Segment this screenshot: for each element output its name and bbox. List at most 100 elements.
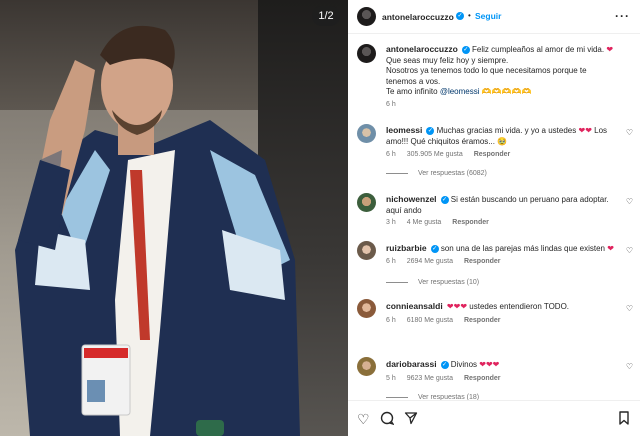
reply-button[interactable]: Responder bbox=[464, 317, 501, 324]
view-replies-button[interactable]: Ver respuestas (10) bbox=[386, 279, 479, 286]
divider-line bbox=[386, 281, 408, 283]
timestamp: 6 h bbox=[386, 258, 396, 265]
photo-illustration bbox=[15, 25, 300, 436]
avatar[interactable] bbox=[357, 299, 376, 318]
caption-emojis: 🫶🫶🫶🫶🫶 bbox=[481, 87, 532, 96]
comment-username[interactable]: nichowenzel bbox=[386, 194, 437, 204]
comment-text: leomessi ✓ Muchas gracias mi vida. y yo a… bbox=[386, 125, 616, 147]
caption-meta: 6 h bbox=[386, 101, 405, 108]
reply-button[interactable]: Responder bbox=[452, 219, 489, 226]
share-icon[interactable] bbox=[404, 411, 418, 428]
timestamp: 6 h bbox=[386, 317, 396, 324]
like-icon[interactable]: ♡ bbox=[357, 411, 370, 428]
view-replies-label: Ver respuestas (10) bbox=[418, 279, 480, 286]
post-image[interactable]: 1/2 bbox=[0, 0, 348, 436]
comment-meta: 5 h 9623 Me gusta Responder bbox=[386, 375, 510, 382]
avatar[interactable] bbox=[357, 193, 376, 212]
verified-icon: ✓ bbox=[456, 12, 464, 20]
reply-button[interactable]: Responder bbox=[464, 375, 501, 382]
timestamp: 5 h bbox=[386, 375, 396, 382]
post-header: antonelaroccuzzo ✓ • Seguir ··· bbox=[348, 0, 640, 34]
heart-emoji-icon: ❤❤❤ bbox=[446, 302, 468, 311]
comment-meta: 6 h 2694 Me gusta Responder bbox=[386, 258, 510, 265]
avatar[interactable] bbox=[357, 124, 376, 143]
divider-line bbox=[386, 172, 408, 174]
smile-emoji-icon: 🥹 bbox=[497, 136, 508, 146]
heart-emoji-icon: ❤❤ bbox=[578, 126, 592, 135]
comment-icon[interactable] bbox=[380, 411, 395, 428]
image-counter: 1/2 bbox=[312, 6, 340, 26]
comment-username[interactable]: connieansaldi bbox=[386, 301, 443, 311]
heart-emoji-icon: ❤❤❤ bbox=[479, 360, 500, 369]
comment-body: son una de las parejas más lindas que ex… bbox=[440, 244, 605, 253]
like-count[interactable]: 9623 Me gusta bbox=[407, 375, 453, 382]
timestamp: 6 h bbox=[386, 151, 396, 158]
header-username[interactable]: antonelaroccuzzo bbox=[382, 12, 454, 22]
comment: leomessi ✓ Muchas gracias mi vida. y yo a… bbox=[348, 122, 640, 182]
timestamp: 3 h bbox=[386, 219, 396, 226]
like-heart-icon[interactable]: ♡ bbox=[626, 128, 633, 137]
caption-text: antonelaroccuzzo ✓ Feliz cumpleaños al am… bbox=[386, 44, 616, 98]
like-count[interactable]: 4 Me gusta bbox=[407, 219, 442, 226]
comment-meta: 6 h 305.905 Me gusta Responder bbox=[386, 151, 519, 158]
reply-button[interactable]: Responder bbox=[474, 151, 511, 158]
caption-line4: tenemos a vos. bbox=[386, 76, 441, 86]
timestamp: 6 h bbox=[386, 101, 396, 108]
caption-line1: Feliz cumpleaños al amor de mi vida. bbox=[472, 45, 605, 54]
bookmark-icon[interactable] bbox=[618, 411, 630, 428]
verified-icon: ✓ bbox=[426, 126, 435, 135]
caption-username[interactable]: antonelaroccuzzo bbox=[386, 44, 458, 54]
comment: nichowenzel ✓ Si están buscando un peruan… bbox=[348, 191, 640, 231]
comment: ruizbarbie ✓ son una de las parejas más l… bbox=[348, 240, 640, 290]
view-replies-button[interactable]: Ver respuestas (6082) bbox=[386, 170, 487, 177]
comment-body-cont: Los bbox=[594, 126, 608, 135]
like-heart-icon[interactable]: ♡ bbox=[626, 304, 633, 313]
avatar[interactable] bbox=[357, 44, 376, 63]
comment-username[interactable]: ruizbarbie bbox=[386, 243, 427, 253]
caption-line5: Te amo infinito bbox=[386, 87, 438, 96]
verified-icon: ✓ bbox=[461, 45, 470, 54]
verified-icon: ✓ bbox=[430, 244, 439, 253]
comment-body: Divinos bbox=[450, 360, 478, 369]
action-bar: ♡ bbox=[348, 400, 640, 436]
comment-body-line2: aquí ando bbox=[386, 205, 422, 215]
heart-emoji-icon: ❤ bbox=[606, 45, 614, 54]
reply-button[interactable]: Responder bbox=[464, 258, 501, 265]
like-count[interactable]: 6180 Me gusta bbox=[407, 317, 453, 324]
comment-body: Si están buscando un peruano para adopta… bbox=[450, 195, 609, 204]
more-options-icon[interactable]: ··· bbox=[615, 9, 630, 23]
divider-line bbox=[386, 396, 408, 398]
avatar[interactable] bbox=[357, 7, 376, 26]
like-count[interactable]: 305.905 Me gusta bbox=[407, 151, 463, 158]
like-heart-icon[interactable]: ♡ bbox=[626, 246, 633, 255]
verified-icon: ✓ bbox=[440, 360, 449, 369]
verified-icon: ✓ bbox=[440, 195, 449, 204]
comment: dariobarassi ✓ Divinos ❤❤❤ 5 h 9623 Me gu… bbox=[348, 356, 640, 401]
post-panel: antonelaroccuzzo ✓ • Seguir ··· antonela… bbox=[348, 0, 640, 436]
avatar[interactable] bbox=[357, 241, 376, 260]
mention-link[interactable]: @leomessi bbox=[440, 87, 480, 96]
follow-button[interactable]: Seguir bbox=[475, 11, 501, 21]
comment-body-line2: amo!!! Qué chiquitos éramos... bbox=[386, 136, 495, 146]
avatar[interactable] bbox=[357, 357, 376, 376]
comment-body: Muchas gracias mi vida. y yo a ustedes bbox=[436, 126, 577, 135]
comment-meta: 3 h 4 Me gusta Responder bbox=[386, 219, 498, 226]
caption: antonelaroccuzzo ✓ Feliz cumpleaños al am… bbox=[348, 40, 640, 110]
comment-text: dariobarassi ✓ Divinos ❤❤❤ bbox=[386, 359, 616, 371]
caption-line3: Nosotros ya tenemos todo lo que necesita… bbox=[386, 66, 587, 75]
comment-meta: 6 h 6180 Me gusta Responder bbox=[386, 317, 510, 324]
comment-username[interactable]: dariobarassi bbox=[386, 359, 437, 369]
like-count[interactable]: 2694 Me gusta bbox=[407, 258, 453, 265]
like-heart-icon[interactable]: ♡ bbox=[626, 362, 633, 371]
caption-line2: Que seas muy feliz hoy y siempre. bbox=[386, 55, 509, 65]
like-heart-icon[interactable]: ♡ bbox=[626, 197, 633, 206]
comment-text: nichowenzel ✓ Si están buscando un peruan… bbox=[386, 194, 616, 216]
comment-username[interactable]: leomessi bbox=[386, 125, 422, 135]
comment-body: ustedes entendieron TODO. bbox=[469, 302, 570, 311]
heart-emoji-icon: ❤ bbox=[607, 244, 614, 253]
separator-dot: • bbox=[468, 11, 471, 20]
comment-text: ruizbarbie ✓ son una de las parejas más l… bbox=[386, 243, 616, 255]
view-replies-label: Ver respuestas (6082) bbox=[418, 170, 487, 177]
comment-text: connieansaldi ❤❤❤ ustedes entendieron TO… bbox=[386, 301, 616, 313]
comment: connieansaldi ❤❤❤ ustedes entendieron TO… bbox=[348, 298, 640, 333]
